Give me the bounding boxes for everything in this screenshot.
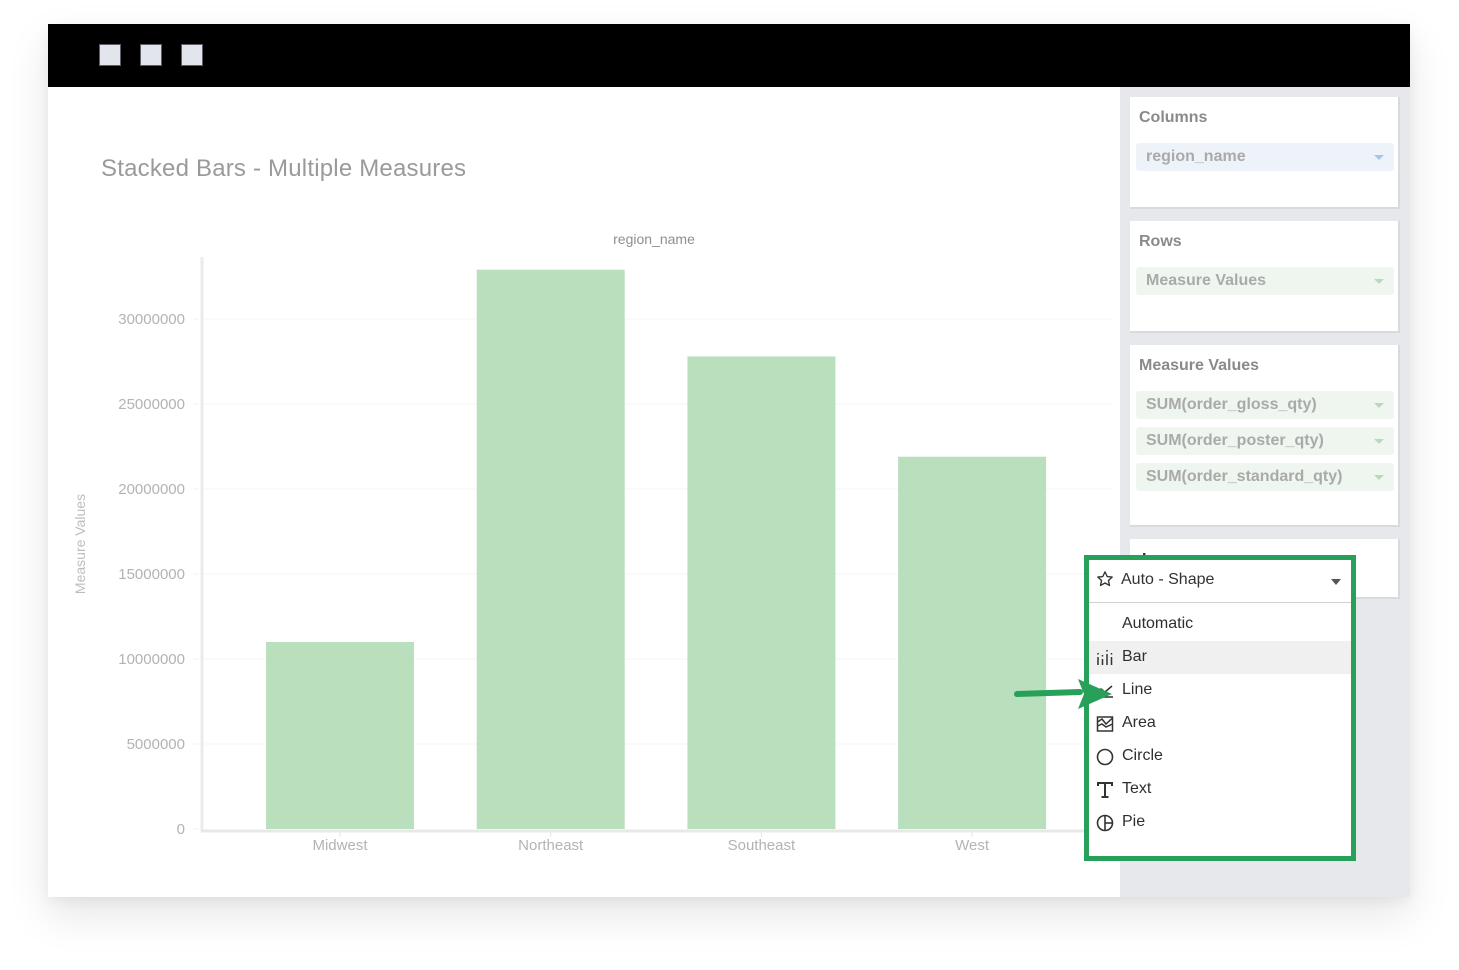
menu-item-area[interactable]: Area xyxy=(1089,707,1351,740)
pill-label: SUM(order_poster_qty) xyxy=(1146,432,1324,449)
column-header-label: region_name xyxy=(613,231,695,247)
menu-item-line[interactable]: Line xyxy=(1089,674,1351,707)
menu-item-automatic[interactable]: Automatic xyxy=(1089,608,1351,641)
caret-down-icon[interactable] xyxy=(1374,439,1384,444)
measure-values-panel: Measure Values SUM(order_gloss_qty) SUM(… xyxy=(1130,345,1400,527)
menu-item-label: Bar xyxy=(1122,648,1147,665)
caret-down-icon[interactable] xyxy=(1374,475,1384,480)
menu-item-circle[interactable]: Circle xyxy=(1089,740,1351,773)
bar-southeast xyxy=(687,356,836,829)
y-tick-label: 5000000 xyxy=(127,736,185,753)
measure-pill-gloss[interactable]: SUM(order_gloss_qty) xyxy=(1136,391,1394,419)
window-button-2[interactable] xyxy=(140,44,162,66)
rows-pill-measure-values[interactable]: Measure Values xyxy=(1136,267,1394,295)
chart-canvas: Stacked Bars - Multiple Measures region_… xyxy=(48,87,1120,897)
bar-northeast xyxy=(476,269,625,829)
caret-down-icon[interactable] xyxy=(1331,579,1341,585)
bar-chart-icon xyxy=(1097,650,1113,665)
columns-title: Columns xyxy=(1139,109,1208,126)
y-tick-label: 0 xyxy=(177,821,185,838)
y-tick-label: 30000000 xyxy=(118,311,185,328)
pill-label: region_name xyxy=(1146,148,1246,165)
window-button-3[interactable] xyxy=(181,44,203,66)
bar-midwest xyxy=(266,642,414,829)
y-axis-label: Measure Values xyxy=(72,494,88,594)
measure-pill-standard[interactable]: SUM(order_standard_qty) xyxy=(1136,463,1394,491)
menu-item-label: Area xyxy=(1122,714,1156,731)
pointer-arrow-icon xyxy=(1014,679,1112,709)
star-icon xyxy=(1097,571,1113,587)
menu-item-label: Circle xyxy=(1122,747,1163,764)
caret-down-icon[interactable] xyxy=(1374,155,1384,160)
menu-item-bar[interactable]: Bar xyxy=(1089,641,1351,674)
y-tick-label: 15000000 xyxy=(118,566,185,583)
rows-panel: Rows Measure Values xyxy=(1130,221,1400,333)
x-tick-label: West xyxy=(955,837,990,854)
pill-label: Measure Values xyxy=(1146,272,1267,289)
pie-chart-icon xyxy=(1096,814,1114,832)
menu-item-label: Line xyxy=(1122,681,1153,698)
shape-select[interactable]: Auto - Shape xyxy=(1089,560,1351,603)
circle-icon xyxy=(1096,748,1114,766)
y-tick-label: 20000000 xyxy=(118,481,185,498)
pill-label: SUM(order_gloss_qty) xyxy=(1146,396,1317,413)
x-tick-label: Northeast xyxy=(518,837,584,854)
area-chart-icon xyxy=(1096,716,1114,732)
menu-item-label: Pie xyxy=(1122,813,1146,830)
pill-label: SUM(order_standard_qty) xyxy=(1146,468,1343,485)
columns-pill-region-name[interactable]: region_name xyxy=(1136,143,1394,171)
shape-select-value: Auto - Shape xyxy=(1121,571,1215,588)
caret-down-icon[interactable] xyxy=(1374,279,1384,284)
layers-shape-dropdown: Auto - Shape Automatic Bar Line Area Cir… xyxy=(1084,555,1356,861)
bar-west xyxy=(898,456,1047,829)
y-tick-label: 10000000 xyxy=(118,651,185,668)
measure-values-title: Measure Values xyxy=(1139,357,1260,374)
rows-title: Rows xyxy=(1139,233,1182,250)
bar-chart: region_name 0 5000000 10000000 15000000 20000… xyxy=(72,231,1111,854)
title-bar xyxy=(48,24,1410,87)
menu-item-text[interactable]: Text xyxy=(1089,773,1351,806)
window-button-1[interactable] xyxy=(99,44,121,66)
measure-pill-poster[interactable]: SUM(order_poster_qty) xyxy=(1136,427,1394,455)
caret-down-icon[interactable] xyxy=(1374,403,1384,408)
menu-item-label: Automatic xyxy=(1122,615,1194,632)
menu-item-label: Text xyxy=(1122,780,1152,797)
y-tick-label: 25000000 xyxy=(118,396,185,413)
x-tick-label: Southeast xyxy=(728,837,796,854)
menu-item-pie[interactable]: Pie xyxy=(1089,806,1351,839)
columns-panel: Columns region_name xyxy=(1130,97,1400,209)
shape-menu: Automatic Bar Line Area Circle Text Pie xyxy=(1089,608,1351,839)
text-icon xyxy=(1097,782,1113,798)
x-tick-label: Midwest xyxy=(312,837,368,854)
